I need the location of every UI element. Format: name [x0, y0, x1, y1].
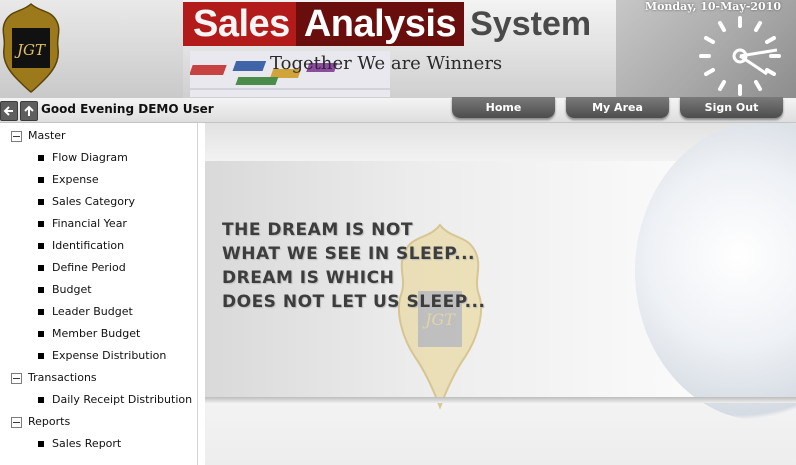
quote-line-2: WHAT WE SEE IN SLEEP...	[222, 244, 475, 264]
tree-item-expense-distribution[interactable]: Expense Distribution	[38, 347, 166, 365]
bullet-icon	[38, 265, 44, 271]
collapse-icon[interactable]	[11, 372, 22, 384]
tree-item-flow-diagram[interactable]: Flow Diagram	[38, 149, 128, 167]
tree-item-financial-year[interactable]: Financial Year	[38, 215, 127, 233]
tree-item-sales-report[interactable]: Sales Report	[38, 435, 121, 453]
bullet-icon	[38, 243, 44, 249]
main-content: JGT THE DREAM IS NOT WHAT WE SEE IN SLEE…	[205, 123, 796, 465]
tree-item-member-budget[interactable]: Member Budget	[38, 325, 140, 343]
title-word-sales: Sales	[183, 2, 296, 46]
tree-item-budget[interactable]: Budget	[38, 281, 92, 299]
collapse-icon[interactable]	[11, 416, 22, 428]
tree-group-label: Reports	[28, 415, 71, 428]
tree-item-label: Leader Budget	[52, 305, 133, 318]
tree-item-label: Expense Distribution	[52, 349, 167, 362]
panel-shadow	[205, 397, 796, 403]
collapse-icon[interactable]	[11, 130, 22, 142]
tree-item-label: Sales Report	[52, 437, 122, 450]
bullet-icon	[38, 441, 44, 447]
bullet-icon	[38, 331, 44, 337]
sidebar-tree: Master Flow Diagram Expense Sales Catego…	[0, 123, 198, 465]
bullet-icon	[38, 155, 44, 161]
tree-item-leader-budget[interactable]: Leader Budget	[38, 303, 133, 321]
quote-line-4: DOES NOT LET US SLEEP...	[222, 292, 486, 312]
title-word-system: System	[470, 5, 592, 43]
logo-emblem: JGT	[0, 2, 62, 94]
tree-group-master[interactable]: Master	[11, 127, 66, 145]
tree-item-label: Flow Diagram	[52, 151, 128, 164]
date-display: Monday, 10-May-2010	[644, 0, 781, 13]
header-banner: JGT Sales Analysis System Together We ar…	[0, 0, 796, 98]
arrow-up-icon[interactable]	[20, 101, 38, 121]
bullet-icon	[38, 221, 44, 227]
tree-item-label: Expense	[52, 173, 99, 186]
title-word-analysis: Analysis	[295, 2, 465, 46]
tree-item-label: Define Period	[52, 261, 126, 274]
bullet-icon	[38, 397, 44, 403]
sign-out-button[interactable]: Sign Out	[680, 97, 783, 118]
tree-group-label: Master	[28, 129, 66, 142]
logo-text: JGT	[14, 41, 46, 59]
home-button[interactable]: Home	[452, 97, 555, 118]
tree-item-label: Budget	[52, 283, 92, 296]
tagline: Together We are Winners	[270, 53, 503, 74]
nav-bar: Good Evening DEMO User Home My Area Sign…	[0, 97, 796, 123]
tree-group-label: Transactions	[28, 371, 97, 384]
tree-item-label: Member Budget	[52, 327, 141, 340]
tree-item-label: Financial Year	[52, 217, 127, 230]
quote-line-1: THE DREAM IS NOT	[222, 220, 413, 240]
tree-group-reports[interactable]: Reports	[11, 413, 70, 431]
bullet-icon	[38, 309, 44, 315]
arrow-left-icon[interactable]	[0, 101, 18, 121]
quote-line-3: DREAM IS WHICH	[222, 268, 395, 288]
tree-item-label: Daily Receipt Distribution	[52, 393, 193, 406]
bullet-icon	[38, 353, 44, 359]
tree-item-daily-receipt-distribution[interactable]: Daily Receipt Distribution	[38, 391, 192, 409]
greeting-text: Good Evening DEMO User	[41, 102, 214, 116]
globe-graphic	[635, 123, 796, 421]
tree-item-define-period[interactable]: Define Period	[38, 259, 126, 277]
quote-panel: JGT THE DREAM IS NOT WHAT WE SEE IN SLEE…	[205, 123, 796, 421]
tree-group-transactions[interactable]: Transactions	[11, 369, 97, 387]
tree-item-label: Sales Category	[52, 195, 136, 208]
tree-item-identification[interactable]: Identification	[38, 237, 124, 255]
bullet-icon	[38, 287, 44, 293]
tree-item-sales-category[interactable]: Sales Category	[38, 193, 135, 211]
my-area-button[interactable]: My Area	[566, 97, 669, 118]
app-title: Sales Analysis System	[183, 2, 597, 46]
bullet-icon	[38, 177, 44, 183]
bullet-icon	[38, 199, 44, 205]
tree-item-expense[interactable]: Expense	[38, 171, 99, 189]
tree-item-label: Identification	[52, 239, 125, 252]
clock-icon	[699, 16, 781, 96]
